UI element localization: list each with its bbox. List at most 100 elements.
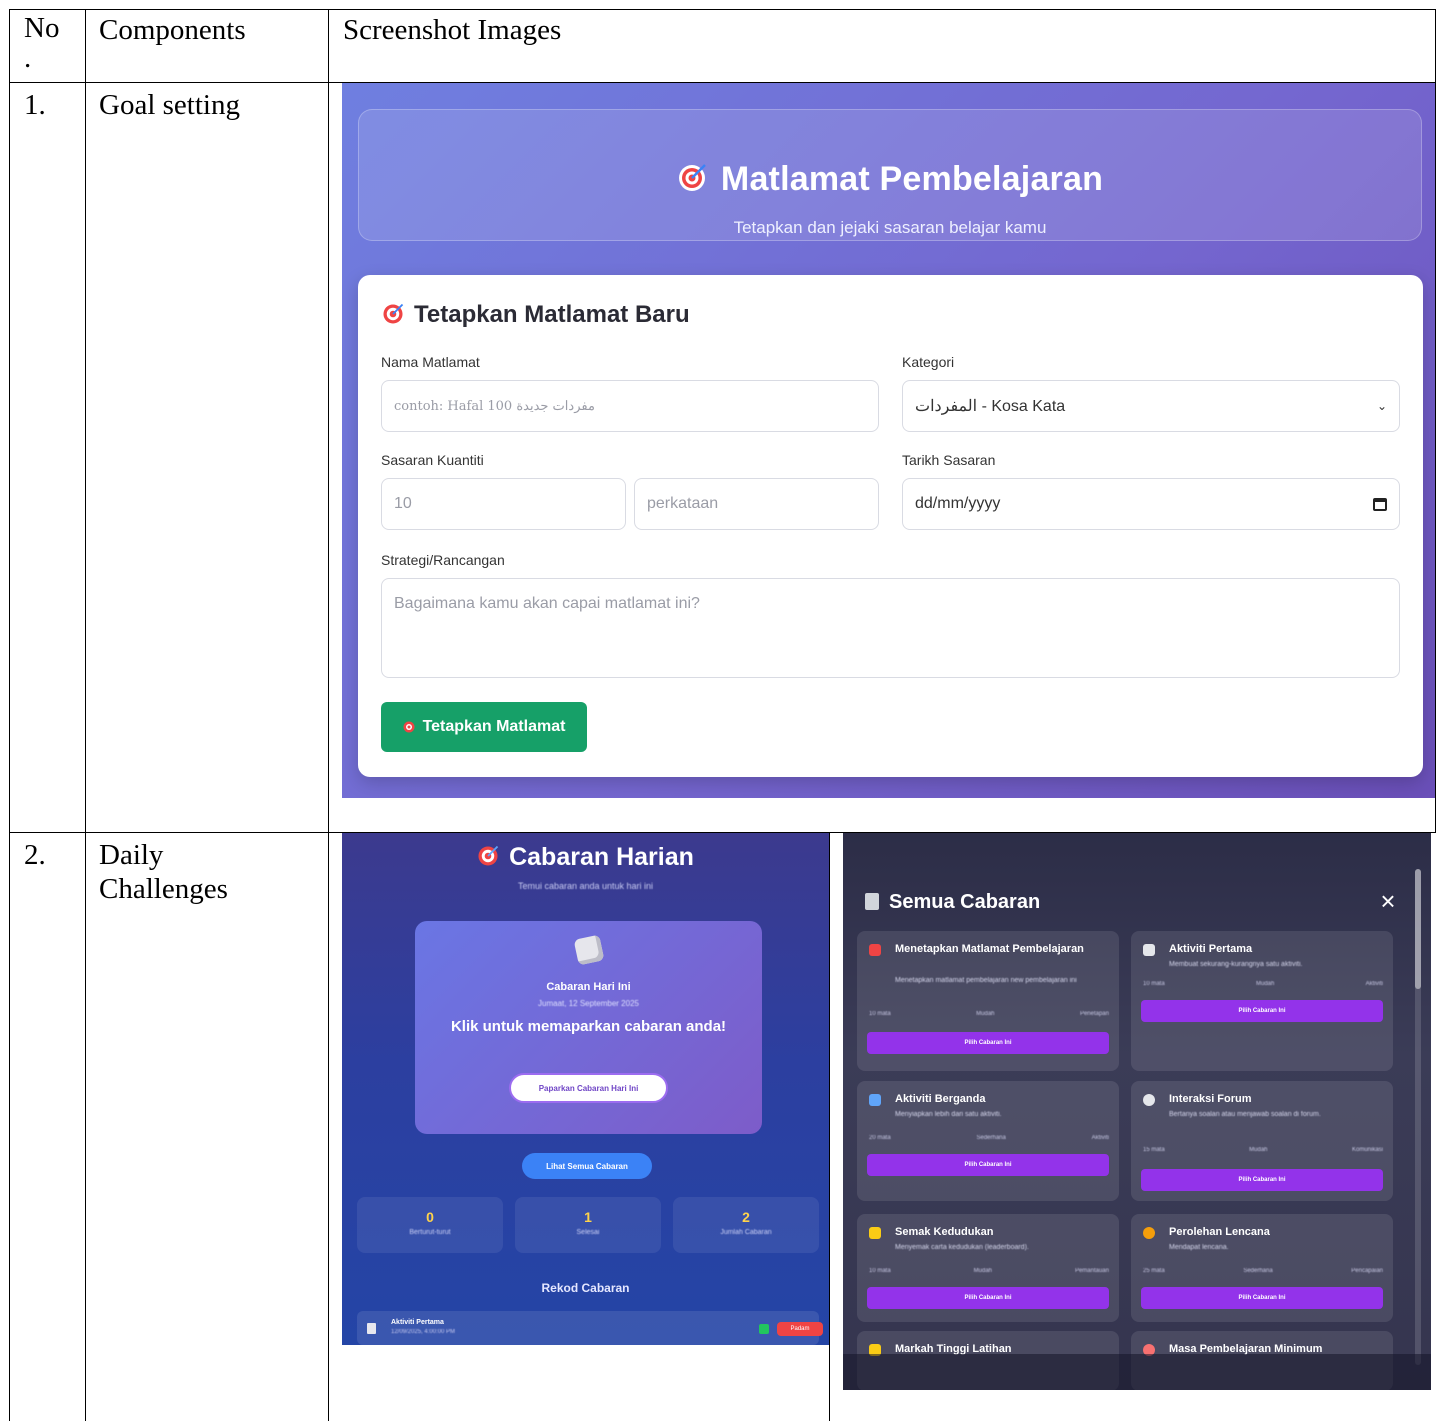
challenge-meta: 10 mata Mudah Penetapan <box>869 1011 1109 1017</box>
pick-challenge-button[interactable]: Pilih Cabaran Ini <box>1141 1169 1383 1191</box>
challenge-card: Aktiviti Pertama Membuat sekurang-kurang… <box>1131 931 1393 1071</box>
goal-name-label: Nama Matlamat <box>381 354 480 370</box>
modal-backdrop-strip <box>843 1354 1431 1390</box>
header-components: Components <box>99 14 246 46</box>
challenge-desc: Menyemak carta kedudukan (leaderboard). <box>895 1244 1029 1251</box>
dice-icon <box>573 934 605 966</box>
goal-hero-banner: Matlamat Pembelajaran Tetapkan dan jejak… <box>358 109 1422 241</box>
challenge-desc: Membuat sekurang-kurangnya satu aktiviti… <box>1169 961 1303 968</box>
table-col-divider-1 <box>85 9 86 1421</box>
goal-name-input[interactable] <box>381 380 879 432</box>
challenge-meta: 10 mata Mudah Aktiviti <box>1143 981 1383 987</box>
daily-challenge-screenshot: Cabaran Harian Temui cabaran anda untuk … <box>342 833 829 1345</box>
form-title-text: Tetapkan Matlamat Baru <box>414 301 690 328</box>
form-title: Tetapkan Matlamat Baru <box>382 301 690 329</box>
target-icon <box>478 845 499 866</box>
target-date-label: Tarikh Sasaran <box>902 452 996 468</box>
view-all-challenges-button[interactable]: Lihat Semua Cabaran <box>522 1153 652 1179</box>
points: 20 mata <box>869 1135 891 1141</box>
goal-setting-screenshot: Matlamat Pembelajaran Tetapkan dan jejak… <box>342 83 1435 798</box>
category: Aktiviti <box>1091 1135 1109 1141</box>
today-challenge-card[interactable]: Cabaran Hari Ini Jumaat, 12 September 20… <box>415 921 762 1134</box>
new-goal-form: Tetapkan Matlamat Baru Nama Matlamat Kat… <box>358 275 1423 777</box>
document-icon <box>367 1323 376 1334</box>
points: 10 mata <box>869 1268 891 1274</box>
difficulty: Sederhana <box>1243 1268 1273 1274</box>
table-right-border <box>1435 9 1436 832</box>
document-icon <box>1143 944 1155 956</box>
quantity-label: Sasaran Kuantiti <box>381 452 484 468</box>
table-col-divider-2 <box>328 9 329 1421</box>
target-icon <box>383 303 404 324</box>
points: 25 mata <box>1143 1268 1165 1274</box>
difficulty: Mudah <box>1255 981 1275 987</box>
difficulty: Mudah <box>973 1268 992 1274</box>
stat-value: 2 <box>742 1209 750 1225</box>
stat-value: 1 <box>584 1209 592 1225</box>
pick-challenge-button[interactable]: Pilih Cabaran Ini <box>1141 1000 1383 1022</box>
difficulty: Sederhana <box>976 1135 1006 1141</box>
daily-subtitle: Temui cabaran anda untuk hari ini <box>517 881 654 891</box>
quantity-input[interactable] <box>381 478 626 530</box>
target-icon <box>678 164 706 191</box>
calendar-icon[interactable] <box>1373 497 1387 511</box>
stat-card: 2 Jumlah Cabaran <box>673 1197 819 1253</box>
goal-page-subtitle: Tetapkan dan jejaki sasaran belajar kamu <box>733 218 1047 237</box>
history-row: Aktiviti Pertama 12/09/2025, 4:00:00 PM … <box>357 1311 823 1345</box>
category-select[interactable]: المفردات - Kosa Kata ⌄ <box>902 380 1400 432</box>
target-date-input[interactable]: dd/mm/yyyy <box>902 478 1400 530</box>
close-icon[interactable]: × <box>1376 888 1400 914</box>
row-1-number: 1. <box>24 89 46 121</box>
row-2-component: Daily Challenges <box>99 839 228 905</box>
trophy-icon <box>869 1227 881 1239</box>
all-challenges-modal-screenshot: Semua Cabaran × Menetapkan Matlamat Pemb… <box>843 833 1431 1390</box>
difficulty: Mudah <box>976 1011 995 1017</box>
table-top-border <box>9 9 1436 10</box>
difficulty: Mudah <box>1249 1147 1268 1153</box>
stat-label: Berturut-turut <box>409 1229 451 1236</box>
pick-challenge-button[interactable]: Pilih Cabaran Ini <box>867 1287 1109 1309</box>
pick-challenge-button[interactable]: Pilih Cabaran Ini <box>1141 1287 1383 1309</box>
set-goal-button[interactable]: Tetapkan Matlamat <box>381 702 587 752</box>
history-title: Rekod Cabaran <box>541 1281 630 1295</box>
challenge-meta: 25 mata Sederhana Pencapaian <box>1143 1268 1383 1274</box>
challenge-card: Menetapkan Matlamat Pembelajaran Menetap… <box>857 931 1119 1071</box>
row-1-component: Goal setting <box>99 89 240 121</box>
unit-input[interactable] <box>634 478 879 530</box>
table-inner-divider <box>829 832 830 1421</box>
modal-title-text: Semua Cabaran <box>889 891 1041 913</box>
category: Komunikasi <box>1351 1147 1383 1153</box>
goal-title-text: Matlamat Pembelajaran <box>720 160 1104 198</box>
target-icon <box>869 944 881 956</box>
strategy-textarea[interactable] <box>381 578 1400 678</box>
modal-title: Semua Cabaran <box>865 891 1040 914</box>
challenge-card: Interaksi Forum Bertanya soalan atau men… <box>1131 1081 1393 1201</box>
daily-title: Cabaran Harian <box>342 843 829 872</box>
check-icon <box>759 1324 769 1334</box>
challenge-card: Aktiviti Berganda Menyiapkan lebih dari … <box>857 1081 1119 1201</box>
challenge-name: Perolehan Lencana <box>1169 1226 1270 1238</box>
today-date: Jumaat, 12 September 2025 <box>538 999 639 1008</box>
challenge-desc: Menyiapkan lebih dari satu aktiviti. <box>895 1111 1002 1118</box>
challenge-card: Perolehan Lencana Mendapat lencana. 25 m… <box>1131 1214 1393 1322</box>
delete-button[interactable]: Padam <box>777 1322 823 1336</box>
category-value: المفردات - Kosa Kata <box>915 398 1066 415</box>
points: 10 mata <box>869 1011 891 1017</box>
challenge-name: Semak Kedudukan <box>895 1226 994 1238</box>
category: Penetapan <box>1079 1011 1109 1017</box>
set-goal-label: Tetapkan Matlamat <box>422 718 566 735</box>
date-placeholder: dd/mm/yyyy <box>915 495 1001 512</box>
stat-label: Jumlah Cabaran <box>720 1229 772 1236</box>
points: 10 mata <box>1143 981 1165 987</box>
book-icon <box>865 893 879 910</box>
pick-challenge-button[interactable]: Pilih Cabaran Ini <box>867 1154 1109 1176</box>
modal-scrollbar-thumb[interactable] <box>1415 869 1421 989</box>
pick-challenge-button[interactable]: Pilih Cabaran Ini <box>867 1032 1109 1054</box>
today-cta: Klik untuk memaparkan cabaran anda! <box>450 1018 727 1035</box>
challenge-desc: Mendapat lencana. <box>1169 1244 1229 1251</box>
stat-value: 0 <box>426 1209 434 1225</box>
challenge-name: Interaksi Forum <box>1169 1093 1252 1105</box>
stat-label: Selesai <box>576 1229 600 1236</box>
reveal-challenge-button[interactable]: Paparkan Cabaran Hari Ini <box>509 1073 668 1103</box>
header-screenshots: Screenshot Images <box>343 14 562 46</box>
